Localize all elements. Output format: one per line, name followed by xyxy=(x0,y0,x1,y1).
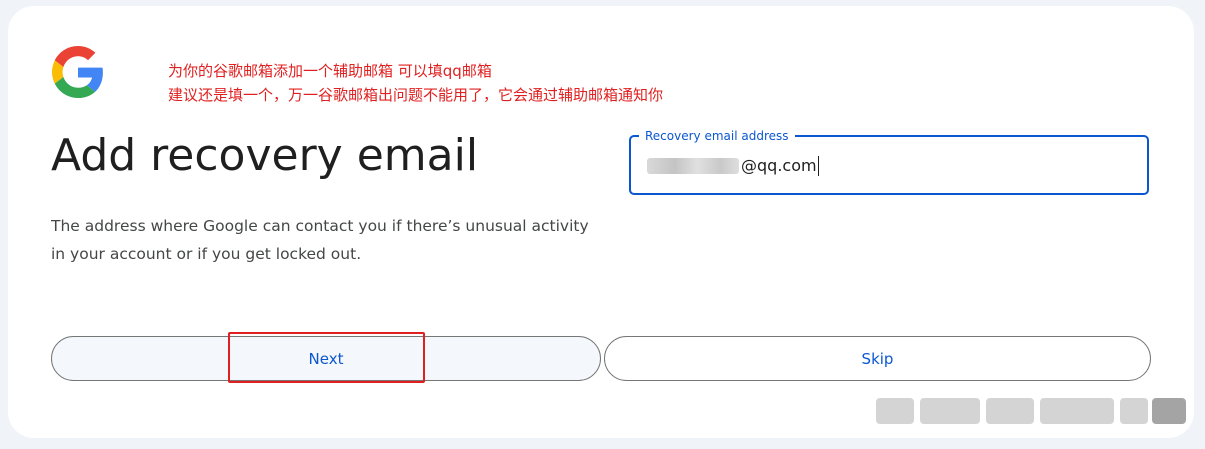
page-title: Add recovery email xyxy=(51,130,479,181)
text-cursor xyxy=(817,156,819,176)
recovery-email-domain: @qq.com xyxy=(741,156,817,175)
annotation-line-2: 建议还是填一个，万一谷歌邮箱出问题不能用了，它会通过辅助邮箱通知你 xyxy=(168,86,664,104)
recovery-email-value[interactable]: @qq.com xyxy=(647,155,819,177)
skip-button[interactable]: Skip xyxy=(604,336,1151,381)
recovery-email-label: Recovery email address xyxy=(639,128,795,144)
redacted-username xyxy=(647,158,739,174)
recovery-email-input[interactable]: Recovery email address @qq.com xyxy=(629,128,1149,195)
annotation-line-1: 为你的谷歌邮箱添加一个辅助邮箱 可以填qq邮箱 xyxy=(168,62,492,80)
google-logo-icon xyxy=(52,46,103,98)
next-button[interactable]: Next xyxy=(51,336,601,381)
page-description: The address where Google can contact you… xyxy=(51,217,589,263)
